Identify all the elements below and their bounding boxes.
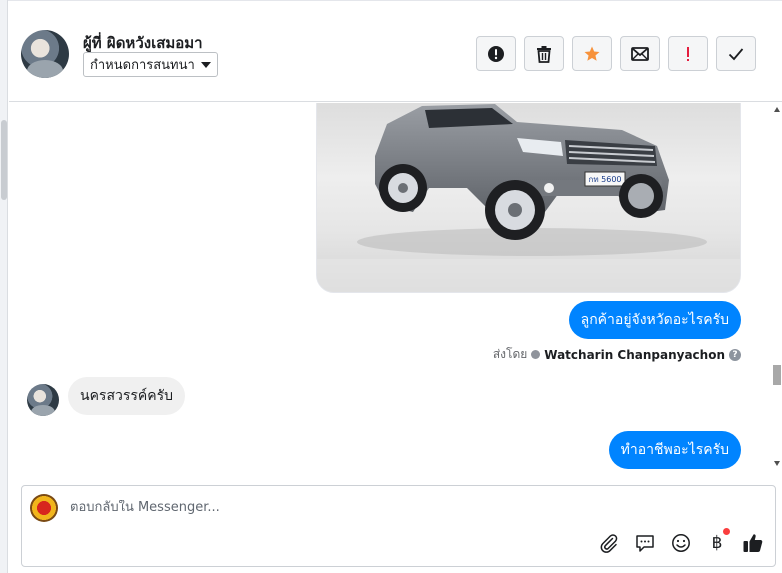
trash-icon bbox=[537, 45, 551, 63]
scrollbar-thumb[interactable] bbox=[773, 365, 781, 385]
baht-payment-icon: ฿ bbox=[711, 533, 723, 553]
message-outgoing[interactable]: ลูกค้าอยู่จังหวัดอะไรครับ bbox=[568, 301, 741, 339]
sent-by-prefix: ส่งโดย bbox=[492, 347, 528, 361]
page-avatar bbox=[30, 494, 58, 522]
message-outgoing[interactable]: ทำอาชีพอะไรครับ bbox=[608, 431, 741, 469]
exclamation-mark-icon bbox=[687, 46, 689, 61]
contact-avatar[interactable] bbox=[21, 30, 69, 78]
star-icon bbox=[584, 46, 600, 61]
saved-reply-icon bbox=[636, 535, 654, 552]
mark-unread-button[interactable] bbox=[620, 36, 660, 71]
help-icon[interactable]: ? bbox=[729, 348, 741, 361]
mark-done-button[interactable] bbox=[716, 36, 756, 71]
assign-conversation-label: กำหนดการสนทนา bbox=[90, 58, 195, 73]
composer-tools: ฿ bbox=[598, 528, 764, 554]
like-button[interactable] bbox=[742, 532, 764, 554]
star-button[interactable] bbox=[572, 36, 612, 71]
sent-by-label: ส่งโดย Watcharin Chanpanyachon ? bbox=[493, 345, 741, 364]
scroll-down-arrow-icon[interactable] bbox=[774, 461, 780, 466]
like-icon bbox=[743, 534, 763, 552]
exclamation-circle-icon bbox=[488, 45, 504, 62]
envelope-icon bbox=[631, 46, 649, 61]
flag-important-button[interactable] bbox=[668, 36, 708, 71]
reply-composer: ฿ bbox=[21, 485, 776, 567]
delete-button[interactable] bbox=[524, 36, 564, 71]
caret-down-icon bbox=[200, 61, 211, 68]
paperclip-icon bbox=[600, 534, 618, 553]
conversation-header: ผู้ที่ ผิดหวังเสมอมา กำหนดการสนทนา bbox=[9, 4, 782, 102]
contact-avatar-small[interactable] bbox=[27, 384, 59, 416]
message-incoming[interactable]: นครสวรรค์ครับ bbox=[68, 377, 186, 415]
license-plate: กท 5600 bbox=[588, 175, 621, 184]
saved-replies-button[interactable] bbox=[634, 532, 656, 554]
left-scrollbar-thumb[interactable] bbox=[1, 120, 7, 200]
car-photo[interactable]: กท 5600 bbox=[316, 103, 741, 293]
checkmark-icon bbox=[728, 47, 744, 60]
scroll-up-arrow-icon[interactable] bbox=[774, 107, 780, 112]
chat-scrollbar[interactable] bbox=[772, 103, 782, 475]
header-actions bbox=[476, 36, 756, 71]
assign-conversation-dropdown[interactable]: กำหนดการสนทนา bbox=[83, 52, 218, 77]
notification-dot bbox=[723, 528, 730, 535]
message-thread: กท 5600 ลูกค้าอยู่จังหวัดอะไรครับ ส่งโดย… bbox=[9, 103, 772, 475]
reply-input[interactable] bbox=[70, 500, 670, 515]
emoji-icon bbox=[672, 534, 690, 552]
attach-button[interactable] bbox=[598, 532, 620, 554]
mark-spam-button[interactable] bbox=[476, 36, 516, 71]
left-panel-edge bbox=[0, 0, 8, 573]
payment-button[interactable]: ฿ bbox=[706, 528, 730, 554]
messenger-inbox-conversation: ผู้ที่ ผิดหวังเสมอมา กำหนดการสนทนา กท 56… bbox=[0, 0, 782, 573]
verified-check-icon bbox=[531, 350, 541, 359]
emoji-button[interactable] bbox=[670, 532, 692, 554]
pickup-truck-image: กท 5600 bbox=[317, 104, 740, 292]
sent-by-name[interactable]: Watcharin Chanpanyachon bbox=[544, 348, 725, 362]
